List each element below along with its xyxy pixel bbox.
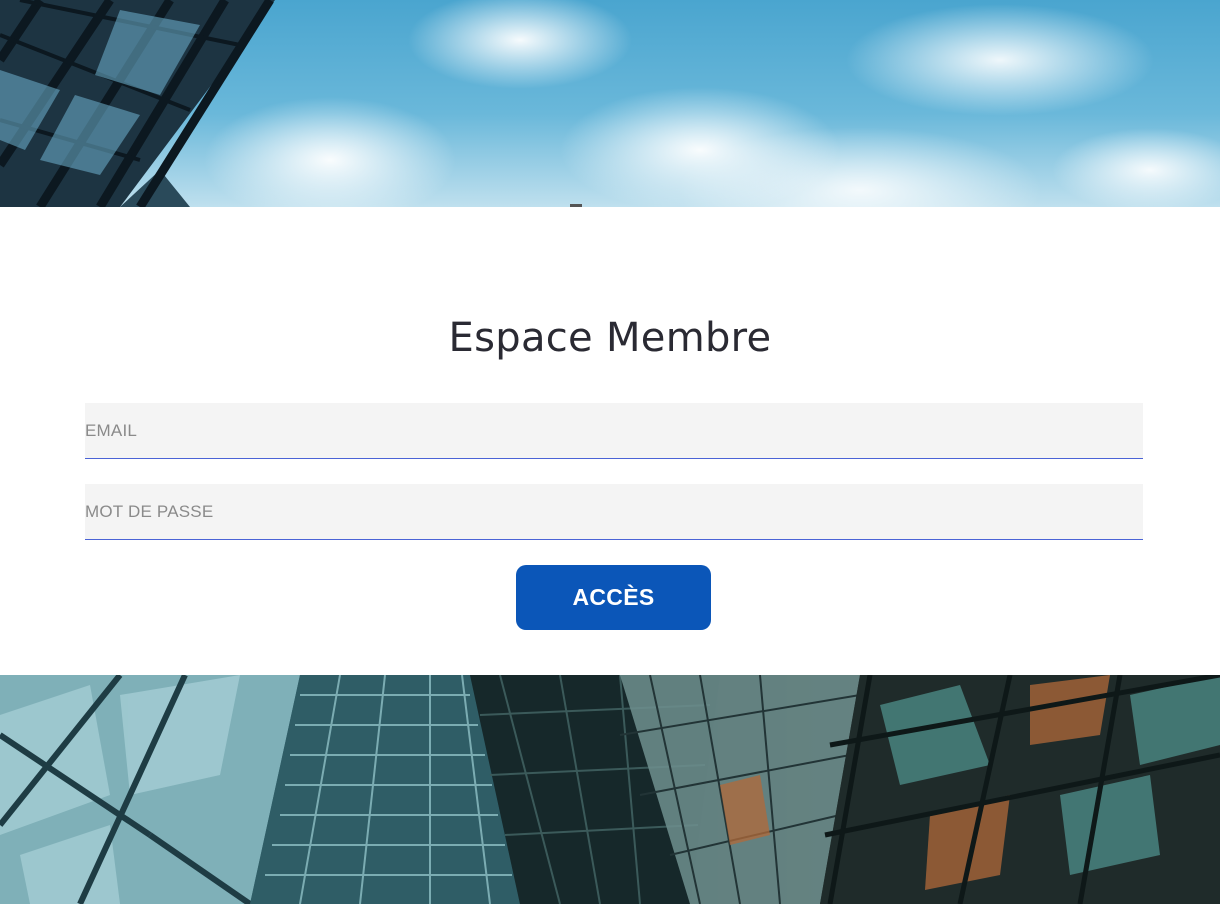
access-button[interactable]: ACCÈS [516,565,711,630]
hero-sky-image [0,0,1220,207]
page-title: Espace Membre [448,315,772,361]
email-field[interactable] [85,403,1143,459]
hero-buildings-image [0,675,1220,904]
building-corner-graphic [0,0,582,207]
password-field[interactable] [85,484,1143,540]
glass-towers-graphic [0,675,1220,904]
login-form: Espace Membre ACCÈS [0,207,1220,675]
